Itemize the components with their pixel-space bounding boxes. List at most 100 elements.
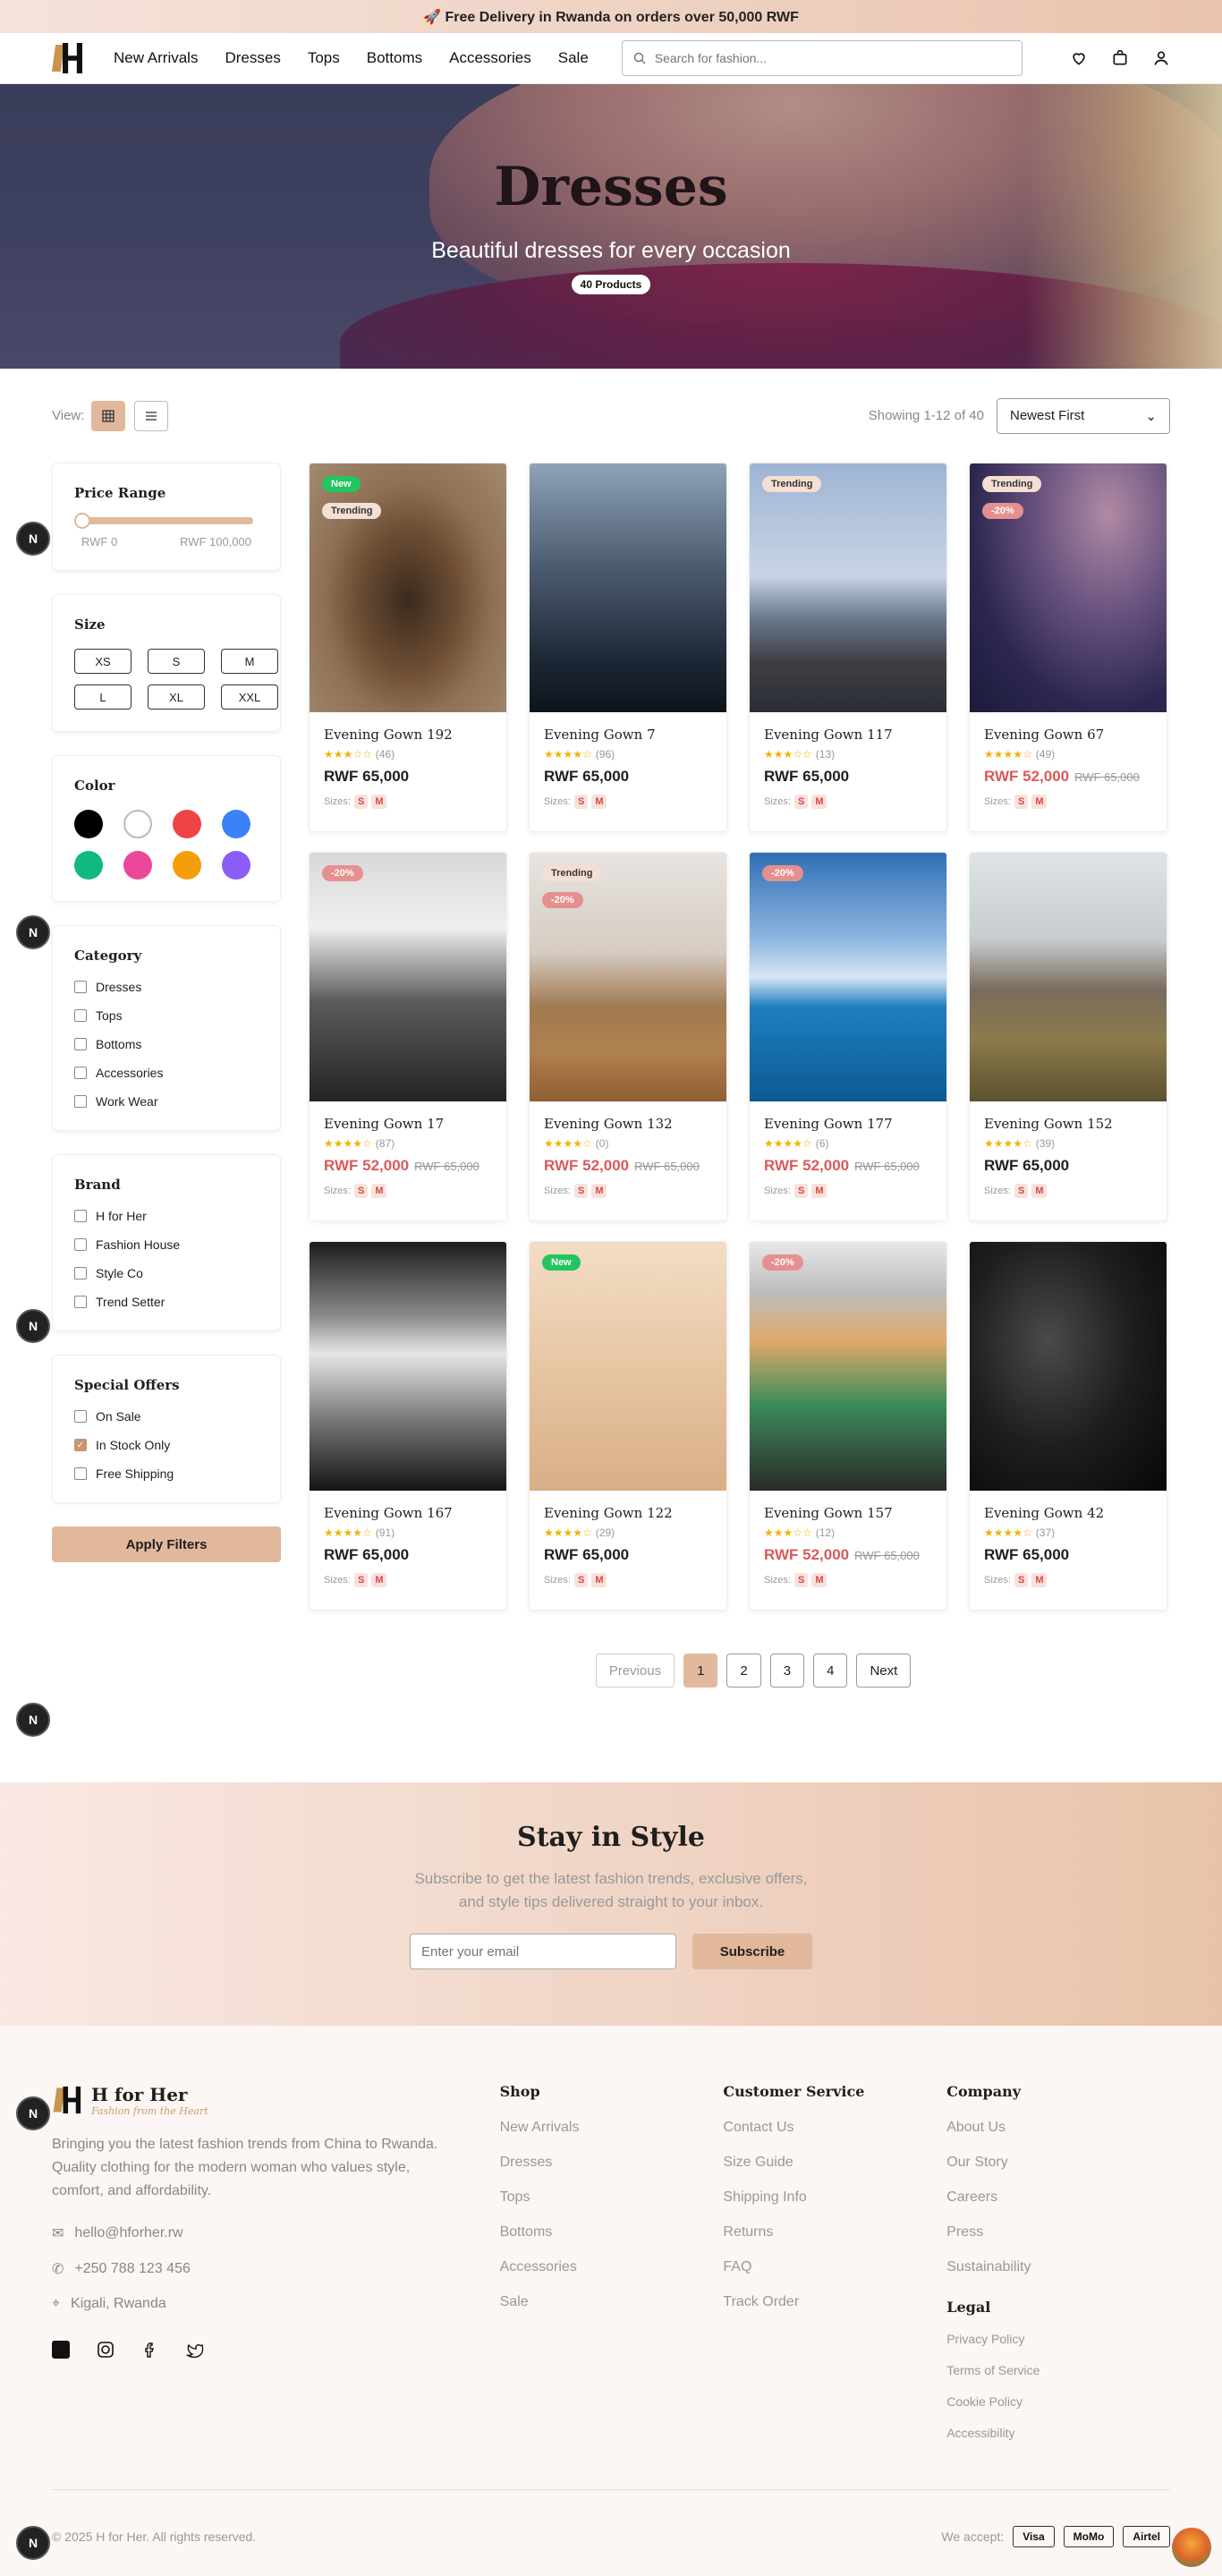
footer-link[interactable]: Track Order — [723, 2294, 946, 2310]
product-image[interactable]: -20% — [310, 853, 506, 1101]
brand-option[interactable]: H for Her — [74, 1209, 259, 1223]
brand-option[interactable]: Trend Setter — [74, 1295, 259, 1309]
size-option[interactable]: XXL — [221, 684, 278, 710]
footer-link[interactable]: Accessibility — [946, 2426, 1170, 2440]
footer-link[interactable]: Shipping Info — [723, 2189, 946, 2206]
footer-link[interactable]: Our Story — [946, 2155, 1170, 2171]
footer-phone[interactable]: ✆ +250 788 123 456 — [52, 2260, 500, 2278]
checkbox[interactable] — [74, 1467, 87, 1480]
product-card[interactable]: New Evening Gown 122 ★★★★☆ (29) RWF 65,00… — [529, 1241, 727, 1611]
price-slider[interactable] — [74, 513, 253, 529]
list-view-button[interactable] — [134, 400, 169, 431]
search-box[interactable] — [621, 40, 1023, 76]
color-swatch[interactable] — [123, 851, 152, 880]
page-button[interactable]: 4 — [813, 1654, 848, 1688]
footer-link[interactable]: Sale — [500, 2294, 724, 2310]
product-image[interactable]: New — [530, 1242, 726, 1491]
footer-link[interactable]: New Arrivals — [500, 2120, 724, 2136]
brand-option[interactable]: Style Co — [74, 1266, 259, 1280]
product-card[interactable]: -20% Evening Gown 177 ★★★★☆ (6) RWF 52,00… — [749, 852, 947, 1221]
footer-link[interactable]: Dresses — [500, 2155, 724, 2171]
search-input[interactable] — [654, 51, 995, 65]
checkbox[interactable] — [74, 981, 87, 993]
product-card[interactable]: Evening Gown 152 ★★★★☆ (39) RWF 65,000 Si… — [969, 852, 1167, 1221]
product-image[interactable]: -20% — [750, 1242, 946, 1491]
product-name[interactable]: Evening Gown 7 — [544, 727, 712, 743]
twitter-icon[interactable] — [186, 2341, 204, 2359]
offer-option[interactable]: ✓ In Stock Only — [74, 1438, 259, 1452]
sort-select[interactable]: Newest First ⌄ — [997, 397, 1170, 434]
product-card[interactable]: New Trending Evening Gown 192 ★★★☆☆ (46) R… — [309, 463, 507, 832]
nav-tops[interactable]: Tops — [308, 49, 340, 67]
footer-link[interactable]: About Us — [946, 2120, 1170, 2136]
size-option[interactable]: XS — [74, 649, 132, 674]
product-card[interactable]: -20% Evening Gown 157 ★★★☆☆ (12) RWF 52,0… — [749, 1241, 947, 1611]
product-image[interactable] — [970, 853, 1167, 1101]
footer-link[interactable]: FAQ — [723, 2259, 946, 2275]
user-icon[interactable] — [1152, 49, 1170, 67]
checkbox-checked[interactable]: ✓ — [74, 1439, 87, 1451]
footer-link[interactable]: Press — [946, 2224, 1170, 2240]
social-square-icon[interactable] — [52, 2341, 70, 2359]
footer-link[interactable]: Cookie Policy — [946, 2394, 1170, 2409]
footer-link[interactable]: Privacy Policy — [946, 2332, 1170, 2346]
product-card[interactable]: Evening Gown 42 ★★★★☆ (37) RWF 65,000 Siz… — [969, 1241, 1167, 1611]
offer-option[interactable]: On Sale — [74, 1409, 259, 1424]
product-name[interactable]: Evening Gown 42 — [984, 1505, 1152, 1521]
dev-tools-bubble[interactable]: N — [16, 915, 50, 949]
product-image[interactable]: New Trending — [310, 463, 506, 712]
product-card[interactable]: Evening Gown 167 ★★★★☆ (91) RWF 65,000 Si… — [309, 1241, 507, 1611]
footer-link[interactable]: Contact Us — [723, 2120, 946, 2136]
color-swatch[interactable] — [123, 810, 152, 838]
footer-link[interactable]: Returns — [723, 2224, 946, 2240]
checkbox[interactable] — [74, 1009, 87, 1022]
product-card[interactable]: Trending -20% Evening Gown 132 ★★★★☆ (0) R… — [529, 852, 727, 1221]
nav-bottoms[interactable]: Bottoms — [367, 49, 422, 67]
product-name[interactable]: Evening Gown 192 — [324, 727, 492, 743]
product-card[interactable]: Trending -20% Evening Gown 67 ★★★★☆ (49) R… — [969, 463, 1167, 832]
dev-tools-bubble[interactable]: N — [16, 522, 50, 556]
category-option[interactable]: Tops — [74, 1008, 259, 1023]
color-swatch[interactable] — [74, 810, 103, 838]
category-option[interactable]: Work Wear — [74, 1094, 259, 1109]
footer-link[interactable]: Careers — [946, 2189, 1170, 2206]
category-option[interactable]: Dresses — [74, 980, 259, 994]
instagram-icon[interactable] — [97, 2341, 115, 2359]
checkbox[interactable] — [74, 1238, 87, 1251]
product-name[interactable]: Evening Gown 122 — [544, 1505, 712, 1521]
color-swatch[interactable] — [222, 810, 250, 838]
product-name[interactable]: Evening Gown 167 — [324, 1505, 492, 1521]
checkbox[interactable] — [74, 1038, 87, 1050]
nav-sale[interactable]: Sale — [558, 49, 589, 67]
checkbox[interactable] — [74, 1095, 87, 1108]
grid-view-button[interactable] — [91, 400, 126, 431]
product-name[interactable]: Evening Gown 177 — [764, 1116, 932, 1132]
product-image[interactable] — [530, 463, 726, 712]
size-option[interactable]: XL — [148, 684, 205, 710]
footer-link[interactable]: Terms of Service — [946, 2363, 1170, 2377]
apply-filters-button[interactable]: Apply Filters — [52, 1526, 281, 1562]
product-card[interactable]: Evening Gown 7 ★★★★☆ (96) RWF 65,000 Size… — [529, 463, 727, 832]
category-option[interactable]: Accessories — [74, 1066, 259, 1080]
dev-tools-bubble[interactable]: N — [16, 2096, 50, 2130]
footer-link[interactable]: Accessories — [500, 2259, 724, 2275]
product-name[interactable]: Evening Gown 157 — [764, 1505, 932, 1521]
color-swatch[interactable] — [222, 851, 250, 880]
color-swatch[interactable] — [74, 851, 103, 880]
logo[interactable] — [51, 41, 82, 75]
facebook-icon[interactable] — [141, 2341, 159, 2359]
product-image[interactable]: -20% — [750, 853, 946, 1101]
product-name[interactable]: Evening Gown 17 — [324, 1116, 492, 1132]
footer-link[interactable]: Sustainability — [946, 2259, 1170, 2275]
slider-handle[interactable] — [74, 513, 90, 529]
next-page-button[interactable]: Next — [856, 1654, 912, 1688]
checkbox[interactable] — [74, 1410, 87, 1423]
product-image[interactable]: Trending -20% — [970, 463, 1167, 712]
product-card[interactable]: Trending Evening Gown 117 ★★★☆☆ (13) RWF … — [749, 463, 947, 832]
heart-icon[interactable] — [1070, 49, 1088, 67]
size-option[interactable]: M — [221, 649, 278, 674]
chat-widget-icon[interactable] — [1172, 2528, 1211, 2567]
footer-link[interactable]: Tops — [500, 2189, 724, 2206]
nav-accessories[interactable]: Accessories — [449, 49, 531, 67]
color-swatch[interactable] — [173, 810, 201, 838]
